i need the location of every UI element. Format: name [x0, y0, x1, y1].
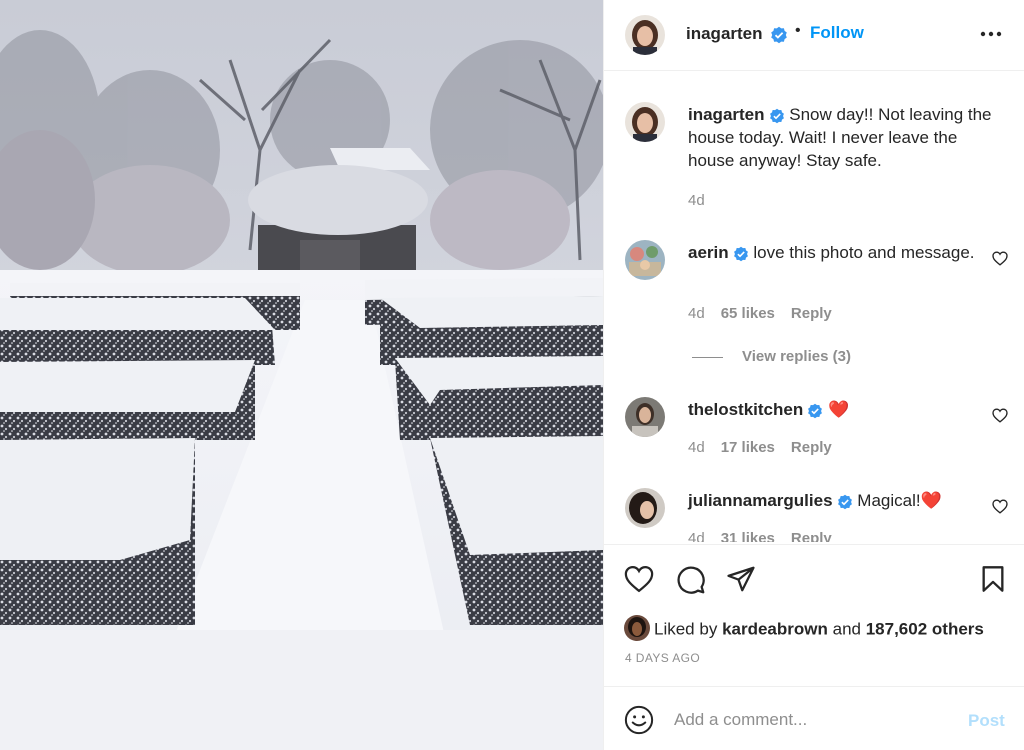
- comment-username[interactable]: juliannamargulies: [688, 491, 833, 510]
- comment-text: juliannamargulies Magical!❤️: [688, 489, 1008, 512]
- comment-meta: 4d 65 likes Reply: [688, 305, 848, 322]
- comment-age: 4d: [688, 439, 705, 456]
- comment-body: love this photo and message.: [753, 243, 975, 262]
- verified-badge-icon: [771, 26, 787, 44]
- comment-text: aerin love this photo and message.: [688, 241, 1008, 264]
- commenter-avatar[interactable]: [625, 488, 665, 528]
- view-replies-button[interactable]: View replies (3): [692, 348, 851, 365]
- comment-meta: 4d 31 likes Reply: [688, 530, 848, 542]
- author-avatar[interactable]: [625, 15, 665, 55]
- commenter-avatar[interactable]: [625, 240, 665, 280]
- comment-like-heart-icon[interactable]: [992, 408, 1008, 423]
- post-actions: Liked by kardeabrown and 187,602 others …: [604, 544, 1024, 686]
- caption-avatar[interactable]: [625, 102, 665, 142]
- comment-like-heart-icon[interactable]: [992, 251, 1008, 266]
- comment-meta: 4d 17 likes Reply: [688, 439, 848, 456]
- comment-username[interactable]: thelostkitchen: [688, 400, 803, 419]
- post-date: 4 DAYS AGO: [625, 651, 701, 665]
- author-username[interactable]: inagarten: [686, 24, 763, 44]
- comment-likes[interactable]: 17 likes: [721, 439, 775, 456]
- comment-likes[interactable]: 65 likes: [721, 305, 775, 322]
- comment-age: 4d: [688, 530, 705, 542]
- likes-count[interactable]: 187,602 others: [866, 619, 984, 638]
- header-separator: •: [795, 22, 801, 39]
- comment-input[interactable]: [674, 707, 954, 733]
- comment-body: Magical!❤️: [857, 491, 942, 510]
- comment-like-heart-icon[interactable]: [992, 499, 1008, 514]
- likes-middle: and: [832, 619, 861, 639]
- liker-avatar[interactable]: [624, 615, 650, 641]
- replies-divider-line: [692, 356, 723, 358]
- snowy-garden-image: [0, 0, 603, 750]
- liker-username[interactable]: kardeabrown: [722, 619, 828, 638]
- bookmark-icon[interactable]: [980, 565, 1006, 593]
- comment-likes[interactable]: 31 likes: [721, 530, 775, 542]
- post-header: inagarten • Follow: [604, 0, 1024, 71]
- caption-username[interactable]: inagarten: [688, 105, 765, 124]
- view-replies-label: View replies (3): [742, 348, 851, 365]
- more-options-icon[interactable]: [980, 29, 1002, 39]
- comment-username[interactable]: aerin: [688, 243, 729, 262]
- comment-text: thelostkitchen ❤️: [688, 398, 1008, 421]
- comment-body: ❤️: [827, 400, 850, 419]
- likes-prefix: Liked by: [654, 619, 718, 639]
- add-comment-bar: Post: [604, 686, 1024, 750]
- verified-badge-icon: [733, 246, 748, 261]
- caption-text: inagarten Snow day!! Not leaving the hou…: [688, 103, 1008, 172]
- verified-badge-icon: [808, 403, 823, 418]
- commenter-avatar[interactable]: [625, 397, 665, 437]
- share-icon[interactable]: [726, 565, 756, 593]
- verified-badge-icon: [837, 494, 852, 509]
- comment-icon[interactable]: [676, 565, 706, 595]
- verified-badge-icon: [769, 108, 784, 123]
- follow-button[interactable]: Follow: [810, 23, 864, 43]
- post-side-panel: inagarten • Follow inagarten Snow day!! …: [603, 0, 1024, 750]
- reply-button[interactable]: Reply: [791, 439, 832, 456]
- post-photo[interactable]: [0, 0, 603, 750]
- comment-age: 4d: [688, 305, 705, 322]
- reply-button[interactable]: Reply: [791, 305, 832, 322]
- reply-button[interactable]: Reply: [791, 530, 832, 542]
- comments-list[interactable]: inagarten Snow day!! Not leaving the hou…: [604, 72, 1024, 542]
- caption-age: 4d: [688, 192, 705, 209]
- caption-meta: 4d: [688, 192, 721, 209]
- post-comment-button[interactable]: Post: [968, 711, 1005, 731]
- emoji-icon[interactable]: [624, 705, 654, 735]
- heart-icon[interactable]: [624, 565, 654, 593]
- likes-summary: Liked by kardeabrown and 187,602 others: [624, 615, 984, 643]
